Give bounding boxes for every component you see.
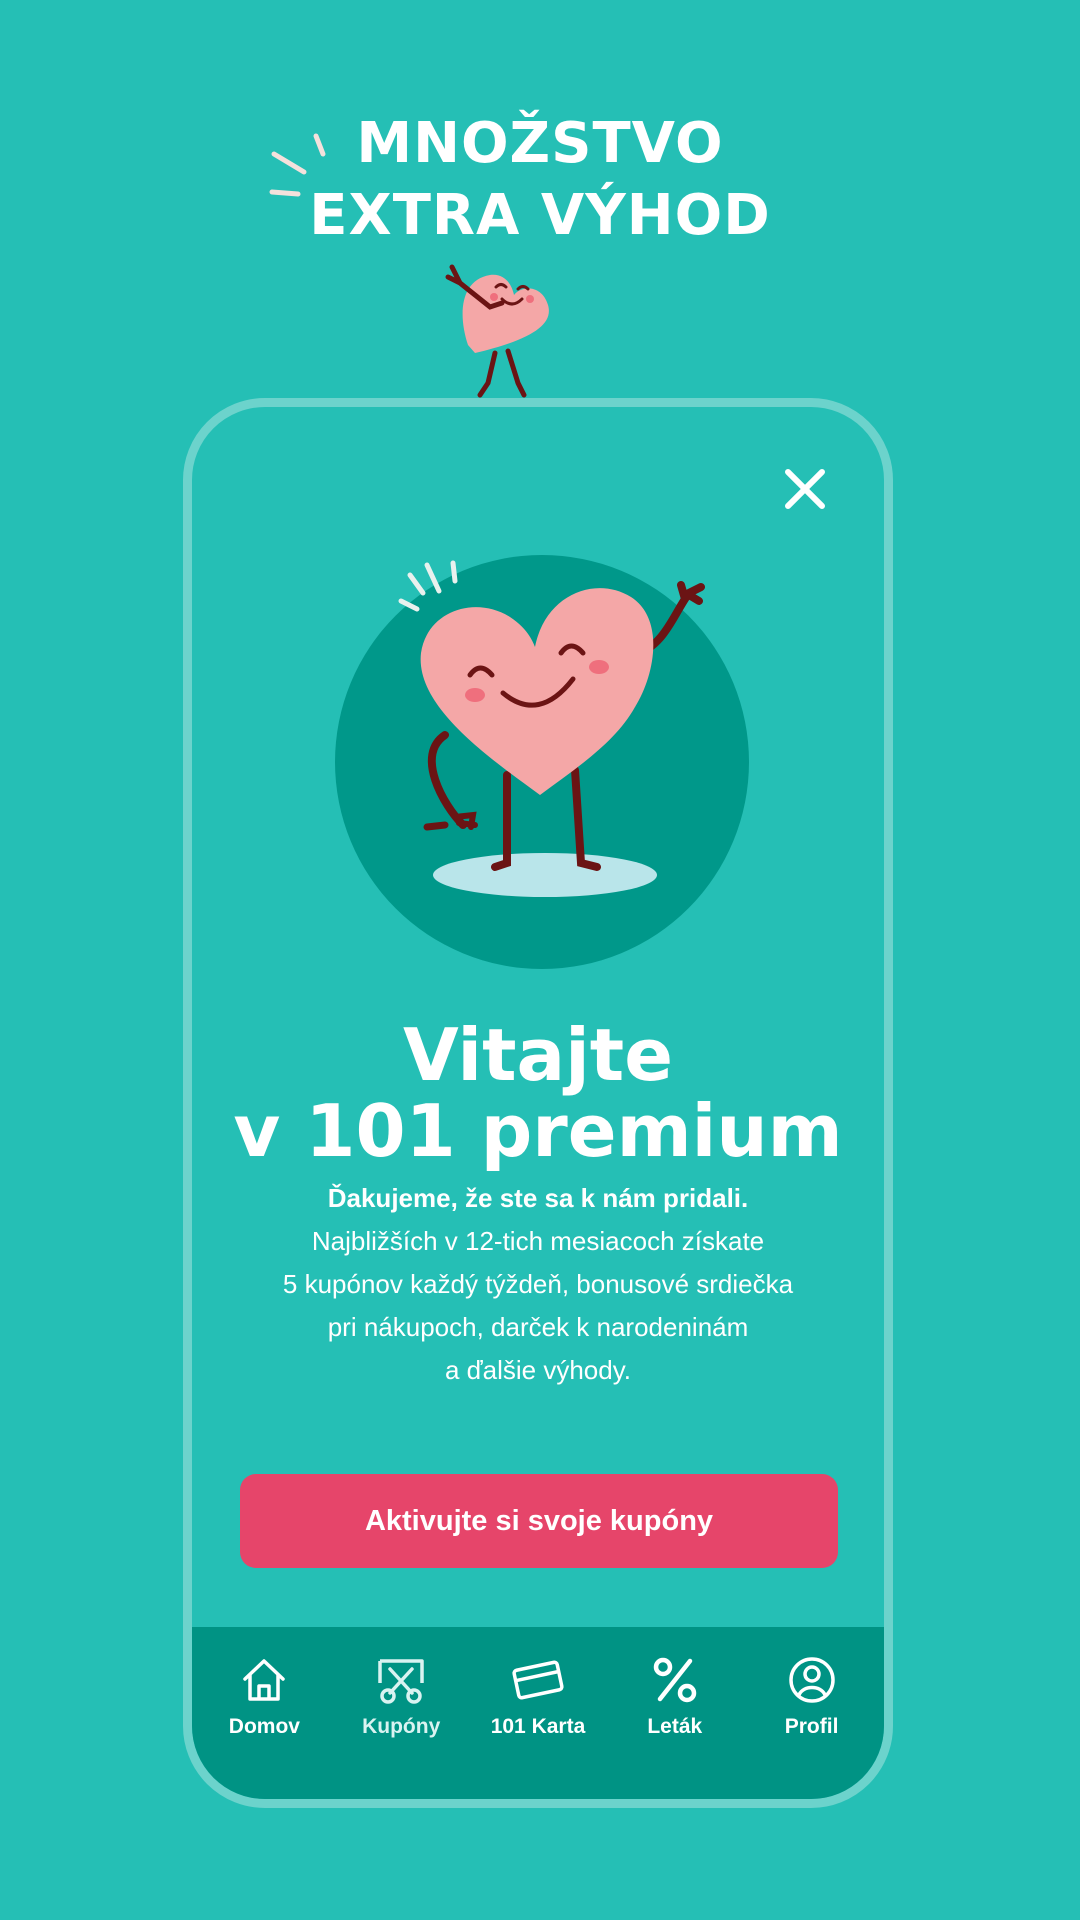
activate-coupons-button[interactable]: Aktivujte si svoje kupóny [240, 1474, 838, 1568]
welcome-title-line1: Vitajte [402, 1013, 674, 1097]
welcome-description: Ďakujeme, že ste sa k nám pridali. Najbl… [192, 1177, 884, 1392]
walking-heart-mascot-icon [445, 264, 549, 398]
welcome-body-line: a ďalšie výhody. [444, 1355, 632, 1385]
coupon-scissors-icon [378, 1659, 424, 1704]
nav-item-letak[interactable]: Leták [610, 1627, 740, 1739]
card-icon [512, 1660, 564, 1700]
profile-icon [788, 1657, 835, 1703]
welcome-body-line: pri nákupoch, darček k narodeninám [327, 1312, 749, 1342]
welcome-title: Vitajte v 101 premium [192, 1017, 884, 1169]
home-icon [243, 1659, 286, 1701]
bottom-navigation: Domov Kupóny 101 Karta Leták Profil [192, 1627, 884, 1799]
nav-label-kupony: Kupóny [362, 1715, 441, 1738]
nav-label-domov: Domov [228, 1715, 300, 1738]
promo-headline: MNOŽSTVO EXTRA VÝHOD [0, 108, 1080, 252]
welcome-modal: Vitajte v 101 premium Ďakujeme, že ste s… [183, 398, 893, 1808]
promo-headline-line1: MNOŽSTVO [356, 111, 724, 176]
close-icon[interactable] [778, 462, 832, 516]
nav-label-101-karta: 101 Karta [490, 1715, 586, 1738]
welcome-body-line: Najbližších v 12-tich mesiacoch získate [311, 1226, 765, 1256]
welcome-title-line2: v 101 premium [233, 1089, 843, 1173]
promo-headline-line2: EXTRA VÝHOD [309, 183, 771, 248]
nav-item-kupony[interactable]: Kupóny [336, 1627, 466, 1739]
percent-icon [653, 1657, 697, 1703]
welcome-lead: Ďakujeme, že ste sa k nám pridali. [327, 1183, 749, 1213]
nav-item-domov[interactable]: Domov [199, 1627, 329, 1739]
sparkle-lines-icon [269, 133, 326, 197]
nav-item-101-karta[interactable]: 101 Karta [473, 1627, 603, 1739]
nav-label-profil: Profil [784, 1715, 839, 1738]
nav-item-profil[interactable]: Profil [747, 1627, 877, 1739]
welcome-body-line: 5 kupónov každý týždeň, bonusové srdiečk… [282, 1269, 794, 1299]
nav-label-letak: Leták [647, 1715, 703, 1738]
waving-heart-illustration [335, 555, 749, 969]
